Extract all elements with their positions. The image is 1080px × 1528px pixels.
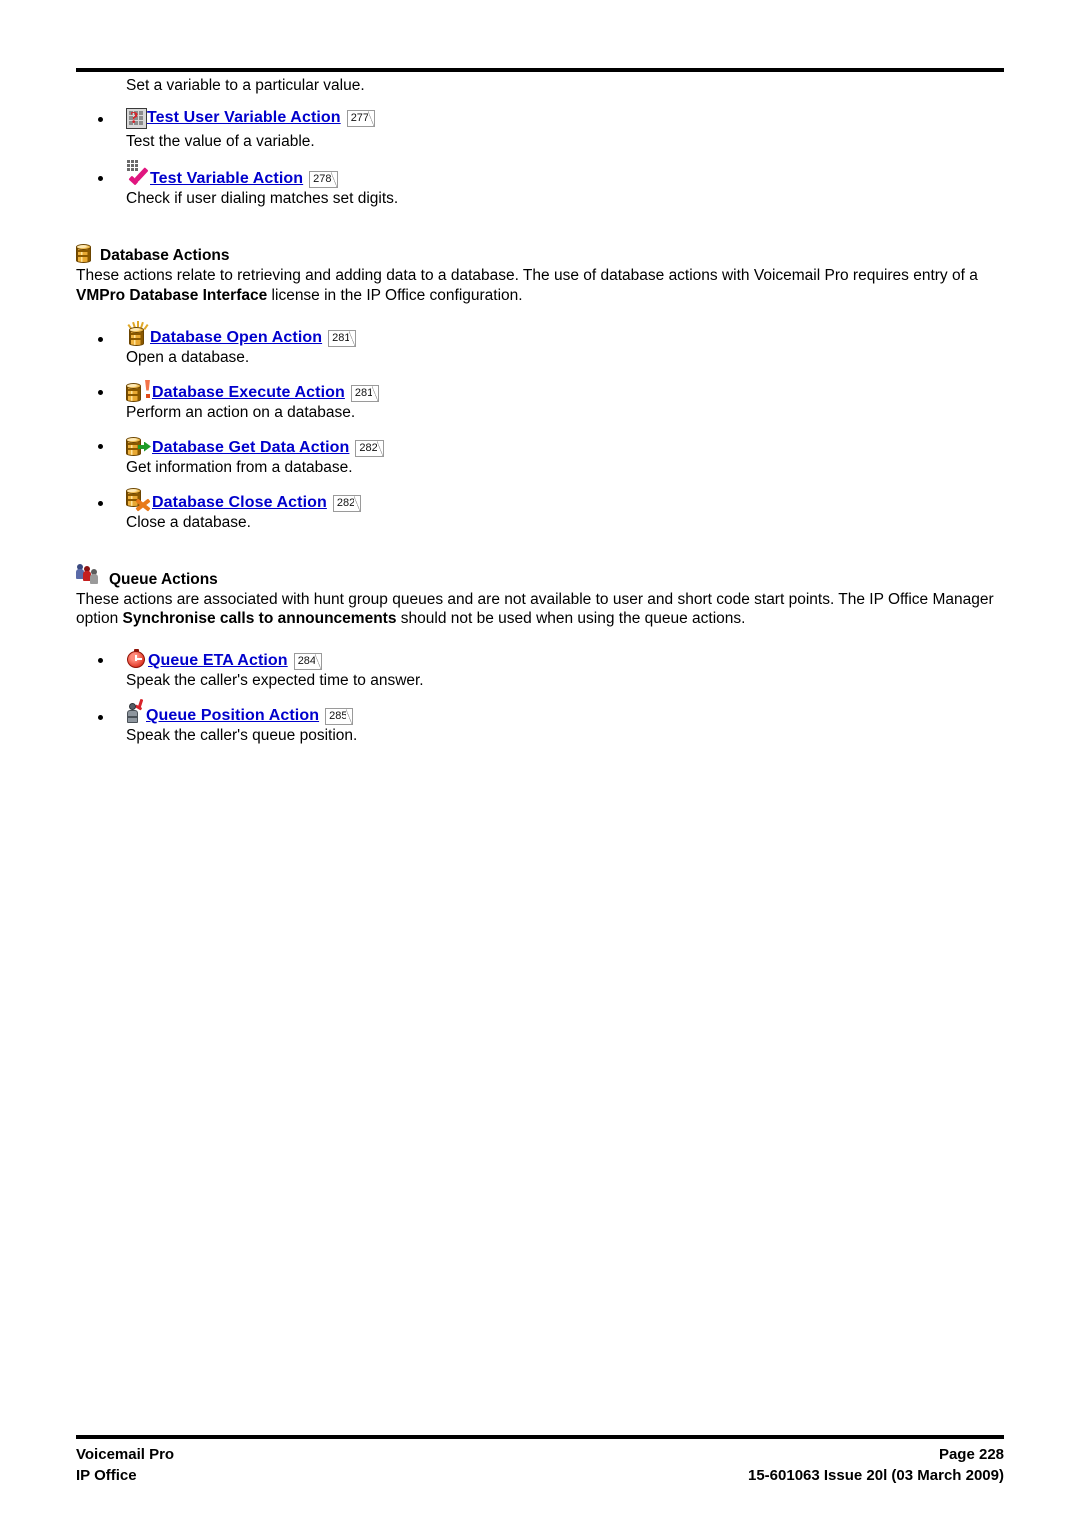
page-reference[interactable]: 281 — [350, 384, 380, 402]
page-reference[interactable]: 277 — [346, 109, 376, 127]
list-item-description: Check if user dialing matches set digits… — [126, 190, 399, 207]
section-title: Database Actions — [100, 247, 230, 264]
bullet-dot — [98, 389, 103, 395]
page-reference[interactable]: 282 — [355, 439, 385, 457]
footer-issue: 15-601063 Issue 20l (03 March 2009) — [747, 1467, 1004, 1484]
footer-product: Voicemail Pro — [76, 1446, 175, 1463]
page-reference[interactable]: 285 — [325, 708, 354, 725]
footer-right: Page 228 15-601063 Issue 20l (03 March 2… — [748, 1444, 1004, 1486]
section-heading: Database Actions — [76, 238, 1004, 264]
queue-position-icon — [126, 698, 146, 725]
page-reference[interactable]: 284 — [293, 653, 323, 670]
keypad-question-icon: ? — [126, 107, 147, 129]
database-open-icon — [126, 320, 150, 347]
page-content: Set a variable to a particular value. ? … — [76, 76, 1004, 745]
list-item[interactable]: Database Open Action 281 Open a database… — [76, 320, 1004, 367]
list-item[interactable]: Database Execute Action 281 Perform an a… — [76, 376, 1004, 422]
list-item[interactable]: ? Test User Variable Action 277 Test the… — [76, 105, 1004, 151]
list-item[interactable]: Database Get Data Action 282 Get informa… — [76, 431, 1004, 477]
section-description-bold: Synchronise calls to announcements — [122, 610, 397, 627]
bullet-dot — [98, 336, 103, 342]
database-get-data-icon — [126, 436, 152, 457]
bullet-dot — [98, 176, 103, 181]
database-action-list: Database Open Action 281 Open a database… — [76, 320, 1004, 532]
section-queue-actions: Queue Actions These actions are associat… — [76, 562, 1004, 746]
link-test-variable-action[interactable]: Test Variable Action — [150, 170, 303, 188]
list-item-description: Speak the caller's expected time to answ… — [126, 672, 424, 689]
list-item-description: Speak the caller's queue position. — [126, 727, 358, 744]
section-description-part2: license in the IP Office configuration. — [267, 286, 523, 304]
footer-left: Voicemail Pro IP Office — [76, 1444, 174, 1486]
section-database-actions: Database Actions These actions relate to… — [76, 238, 1004, 532]
keypad-check-icon — [126, 160, 150, 188]
section-description: These actions are associated with hunt g… — [76, 590, 1004, 629]
list-item-description: Close a database. — [126, 513, 251, 531]
page-reference[interactable]: 282 — [332, 494, 362, 512]
section-heading: Queue Actions — [76, 562, 1004, 588]
document-page: Set a variable to a particular value. ? … — [0, 0, 1080, 1528]
bullet-dot — [98, 658, 103, 663]
footer-page-number: Page 228 — [938, 1446, 1004, 1463]
page-footer: Voicemail Pro IP Office Page 228 15-6010… — [76, 1444, 1004, 1486]
section-description-bold: VMPro Database Interface — [76, 286, 268, 304]
link-database-open-action[interactable]: Database Open Action — [150, 329, 322, 347]
queue-people-icon — [76, 562, 102, 588]
section-title: Queue Actions — [109, 570, 218, 588]
list-item-description: Perform an action on a database. — [126, 403, 356, 421]
link-queue-position-action[interactable]: Queue Position Action — [146, 707, 319, 725]
page-reference[interactable]: 278 — [309, 171, 338, 188]
link-database-close-action[interactable]: Database Close Action — [152, 494, 327, 512]
bullet-dot — [98, 117, 103, 122]
section-description-part2: should not be used when using the queue … — [396, 610, 746, 627]
database-close-icon — [126, 487, 152, 512]
bullet-dot — [98, 715, 103, 720]
bullet-dot — [98, 500, 103, 506]
list-item[interactable]: Queue Position Action 285 Speak the call… — [76, 698, 1004, 745]
footer-family: IP Office — [76, 1467, 137, 1484]
list-item[interactable]: Test Variable Action 278 Check if user d… — [76, 160, 1004, 208]
database-icon — [76, 244, 93, 264]
list-item[interactable]: Database Close Action 282 Close a databa… — [76, 486, 1004, 532]
list-item-description: Get information from a database. — [126, 458, 353, 476]
link-test-user-variable-action[interactable]: Test User Variable Action — [147, 109, 341, 127]
section-description: These actions relate to retrieving and a… — [76, 266, 1004, 305]
bullet-dot — [98, 443, 103, 449]
list-item[interactable]: Queue ETA Action 284 Speak the caller's … — [76, 644, 1004, 690]
intro-line: Set a variable to a particular value. — [126, 77, 365, 94]
queue-eta-clock-icon — [126, 649, 148, 670]
link-database-execute-action[interactable]: Database Execute Action — [152, 384, 345, 402]
footer-rule — [76, 1435, 1004, 1439]
link-database-get-data-action[interactable]: Database Get Data Action — [152, 439, 349, 457]
top-action-list: ? Test User Variable Action 277 Test the… — [76, 105, 1004, 208]
page-reference[interactable]: 281 — [328, 329, 357, 347]
queue-action-list: Queue ETA Action 284 Speak the caller's … — [76, 644, 1004, 745]
header-rule — [76, 68, 1004, 72]
database-execute-icon — [126, 380, 152, 402]
list-item-description: Open a database. — [126, 348, 250, 366]
list-item-description: Test the value of a variable. — [126, 133, 315, 150]
link-queue-eta-action[interactable]: Queue ETA Action — [148, 652, 288, 670]
section-description-part1: These actions relate to retrieving and a… — [76, 267, 978, 284]
